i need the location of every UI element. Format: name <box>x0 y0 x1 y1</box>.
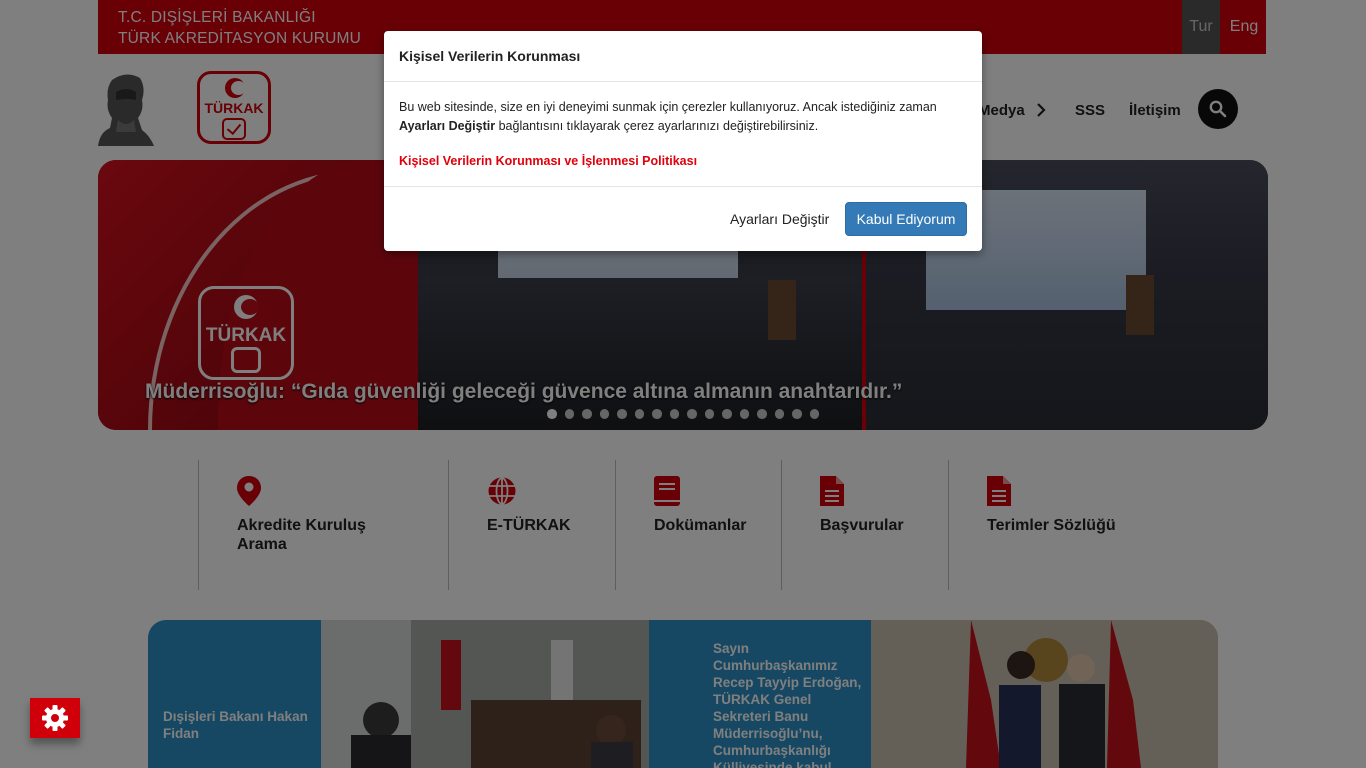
modal-body-text: Bu web sitesinde, size en iyi deneyimi s… <box>399 98 969 136</box>
body-text-part1: Bu web sitesinde, size en iyi deneyimi s… <box>399 100 937 114</box>
cookie-settings-button[interactable] <box>30 698 80 738</box>
modal-header: Kişisel Verilerin Korunması <box>384 31 982 82</box>
gear-icon <box>42 705 68 731</box>
cookie-consent-modal: Kişisel Verilerin Korunması Bu web sites… <box>384 31 982 251</box>
change-settings-button[interactable]: Ayarları Değiştir <box>720 202 839 236</box>
accept-button[interactable]: Kabul Ediyorum <box>845 202 967 236</box>
body-text-bold: Ayarları Değiştir <box>399 119 496 133</box>
modal-footer: Ayarları Değiştir Kabul Ediyorum <box>384 186 982 251</box>
body-text-part2: bağlantısını tıklayarak çerez ayarlarını… <box>495 119 819 133</box>
privacy-policy-link[interactable]: Kişisel Verilerin Korunması ve İşlenmesi… <box>399 154 697 168</box>
modal-title: Kişisel Verilerin Korunması <box>399 48 581 64</box>
